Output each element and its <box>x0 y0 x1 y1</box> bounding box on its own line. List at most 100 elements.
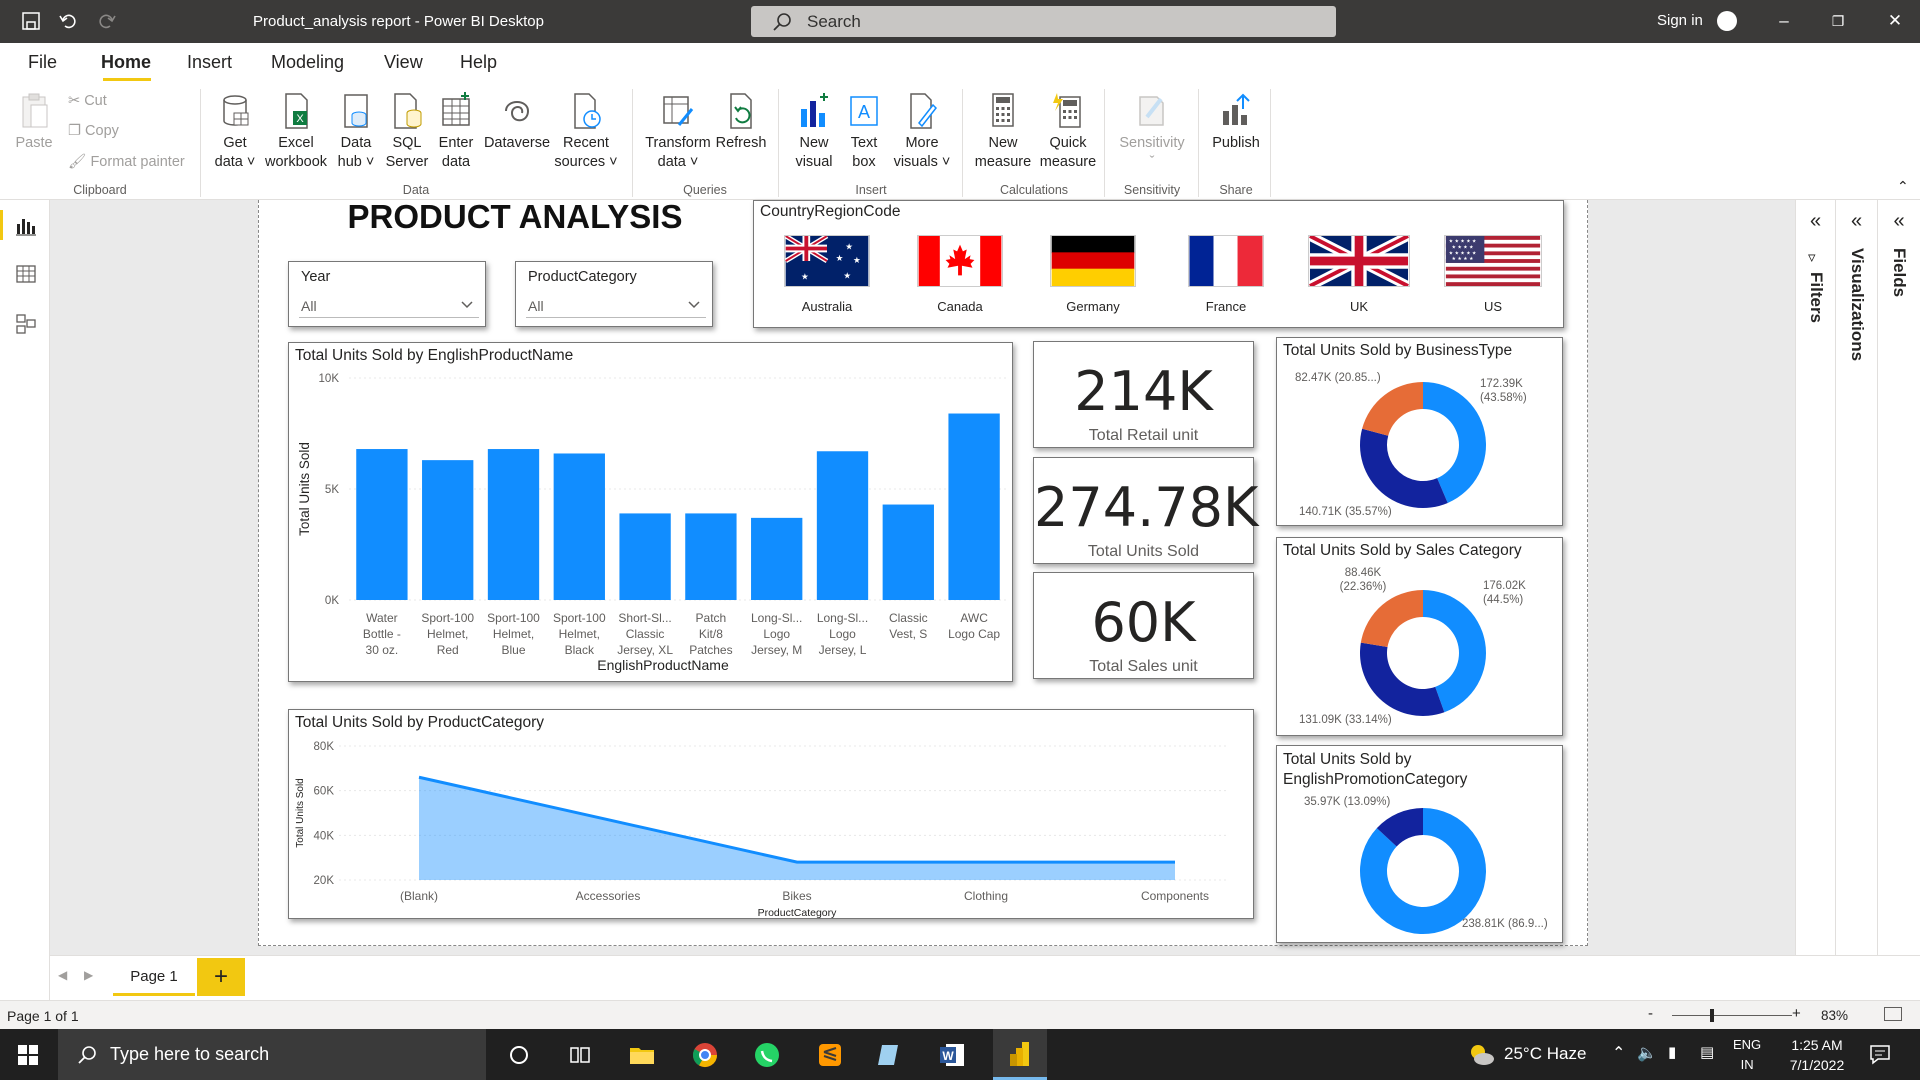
sql-server-button[interactable]: SQL Server <box>385 91 429 172</box>
taskbar-search-input[interactable]: Type here to search <box>58 1029 486 1080</box>
bar-chart-card[interactable]: Total Units Sold by EnglishProductName 1… <box>288 342 1013 682</box>
more-visuals-button[interactable]: More visuals ˅ <box>890 91 954 172</box>
chevron-left-icon[interactable]: « <box>1878 210 1920 233</box>
dataverse-button[interactable]: Dataverse <box>482 91 552 153</box>
donut-card-sales-category[interactable]: Total Units Sold by Sales Category 88.46… <box>1276 537 1563 736</box>
search-input[interactable]: Search <box>751 6 1336 37</box>
flag-us[interactable]: ★ ★ ★ ★ ★ ★ ★ ★ ★ ★ ★ ★ ★ ★ ★ ★ ★ ★ US <box>1440 235 1546 314</box>
chevron-up-icon[interactable]: ⌃ <box>1612 1043 1625 1063</box>
publish-button[interactable]: Publish <box>1206 91 1266 153</box>
enter-data-button[interactable]: Enter data <box>434 91 478 172</box>
recent-sources-button[interactable]: Recent sources ˅ <box>553 91 619 172</box>
flag-germany[interactable]: Germany <box>1040 235 1146 314</box>
save-icon[interactable] <box>20 11 42 33</box>
whatsapp-icon[interactable] <box>753 1041 781 1069</box>
model-view-icon[interactable] <box>14 312 38 336</box>
tab-modeling[interactable]: Modeling <box>271 52 344 73</box>
australia-flag-icon: ★★★★★ <box>784 235 870 287</box>
zoom-slider[interactable] <box>1672 1015 1792 1016</box>
zoom-in-icon[interactable]: + <box>1792 1005 1801 1022</box>
x-tick-label: Blue <box>501 643 525 657</box>
tab-file[interactable]: File <box>28 52 57 73</box>
weather-text[interactable]: 25°C Haze <box>1504 1044 1586 1064</box>
power-bi-taskbar-button[interactable] <box>993 1029 1047 1080</box>
undo-icon[interactable] <box>57 11 79 33</box>
product-category-slicer[interactable]: ProductCategory All <box>515 261 713 327</box>
network-icon[interactable]: ▤ <box>1700 1043 1714 1061</box>
restore-icon[interactable]: ❐ <box>1826 13 1850 30</box>
data-hub-button[interactable]: Data hub ˅ <box>333 91 379 172</box>
fields-pane[interactable]: « Fields <box>1877 200 1920 955</box>
battery-icon[interactable]: ▮ <box>1668 1043 1676 1061</box>
chevron-left-icon[interactable]: ◀ <box>58 968 67 982</box>
flag-uk[interactable]: UK <box>1306 235 1412 314</box>
sql-server-icon <box>394 93 422 129</box>
flag-australia[interactable]: ★ ★ ★ ★ ★ Australia <box>774 235 880 314</box>
page-tab[interactable]: Page 1 <box>113 958 195 996</box>
chevron-right-icon[interactable]: ▶ <box>84 968 93 982</box>
kpi-card-retail[interactable]: 214K Total Retail unit <box>1033 341 1254 448</box>
task-view-icon[interactable] <box>566 1041 594 1069</box>
kpi-card-units[interactable]: 274.78K Total Units Sold <box>1033 457 1258 564</box>
area-chart-card[interactable]: Total Units Sold by ProductCategory 80K 6… <box>288 709 1254 919</box>
transform-data-button[interactable]: Transform data ˅ <box>640 91 716 172</box>
language-indicator[interactable]: ENG IN <box>1733 1035 1761 1075</box>
new-measure-button[interactable]: New measure <box>970 91 1036 172</box>
get-data-button[interactable]: Get data ˅ <box>210 91 260 172</box>
file-explorer-icon[interactable] <box>628 1041 656 1069</box>
tab-insert[interactable]: Insert <box>187 52 232 73</box>
cortana-icon[interactable] <box>505 1041 533 1069</box>
sublime-text-icon[interactable] <box>816 1041 844 1069</box>
windows-start-icon[interactable] <box>18 1045 38 1065</box>
sign-in-link[interactable]: Sign in <box>1657 12 1703 29</box>
word-icon[interactable]: W <box>938 1041 966 1069</box>
add-page-button[interactable]: + <box>197 958 245 996</box>
excel-workbook-button[interactable]: X Excel workbook <box>262 91 330 172</box>
notes-app-icon[interactable] <box>876 1041 904 1069</box>
refresh-button[interactable]: Refresh <box>712 91 770 153</box>
cut-button: ✂ Cut <box>68 93 107 109</box>
kpi-card-sales[interactable]: 60K Total Sales unit <box>1033 572 1254 679</box>
ribbon-divider <box>200 89 201 197</box>
tab-view[interactable]: View <box>384 52 423 73</box>
collapse-ribbon-icon[interactable]: ⌃ <box>1897 178 1909 195</box>
visualizations-pane[interactable]: « Visualizations <box>1835 200 1877 955</box>
donut-card-business-type[interactable]: Total Units Sold by BusinessType 82.47K … <box>1276 337 1563 526</box>
filter-icon: ▿ <box>1808 249 1816 266</box>
year-slicer[interactable]: Year All <box>288 261 486 327</box>
window-title: Product_analysis report - Power BI Deskt… <box>253 13 544 30</box>
quick-measure-button[interactable]: Quick measure <box>1035 91 1101 172</box>
chrome-icon[interactable] <box>691 1041 719 1069</box>
clock[interactable]: 1:25 AM 7/1/2022 <box>1782 1035 1852 1075</box>
donut-card-promotion-category[interactable]: Total Units Sold by EnglishPromotionCateg… <box>1276 745 1563 943</box>
notifications-icon[interactable] <box>1869 1043 1891 1065</box>
data-view-icon[interactable] <box>14 262 38 286</box>
close-icon[interactable]: ✕ <box>1883 11 1907 31</box>
volume-icon[interactable]: 🔈 <box>1637 1043 1657 1063</box>
zoom-slider-handle[interactable] <box>1710 1009 1714 1022</box>
tab-help[interactable]: Help <box>460 52 497 73</box>
x-tick-label: Helmet, <box>427 627 468 641</box>
fit-to-page-icon[interactable] <box>1884 1007 1902 1021</box>
product-category-dropdown[interactable]: All <box>526 292 706 318</box>
kpi-value: 60K <box>1091 591 1196 654</box>
sensitivity-label: Sensitivity <box>1119 135 1185 151</box>
filters-pane[interactable]: « ▿ Filters <box>1795 200 1835 955</box>
flag-canada[interactable]: Canada <box>907 235 1013 314</box>
new-visual-button[interactable]: New visual <box>790 91 838 172</box>
tab-home[interactable]: Home <box>101 52 151 73</box>
x-axis-label: ProductCategory <box>758 907 838 918</box>
flag-france[interactable]: France <box>1173 235 1279 314</box>
year-dropdown[interactable]: All <box>299 292 479 318</box>
report-view-icon[interactable] <box>14 214 38 238</box>
chevron-left-icon[interactable]: « <box>1836 210 1877 233</box>
avatar[interactable] <box>1717 11 1737 31</box>
bar <box>882 504 934 600</box>
x-tick-label: Kit/8 <box>699 627 723 641</box>
x-tick-label: Logo <box>829 627 856 641</box>
search-placeholder: Search <box>807 12 861 31</box>
minimize-icon[interactable]: – <box>1772 11 1796 31</box>
zoom-out-icon[interactable]: - <box>1648 1005 1653 1022</box>
chevron-left-icon[interactable]: « <box>1796 210 1835 233</box>
text-box-button[interactable]: A Text box <box>841 91 887 172</box>
